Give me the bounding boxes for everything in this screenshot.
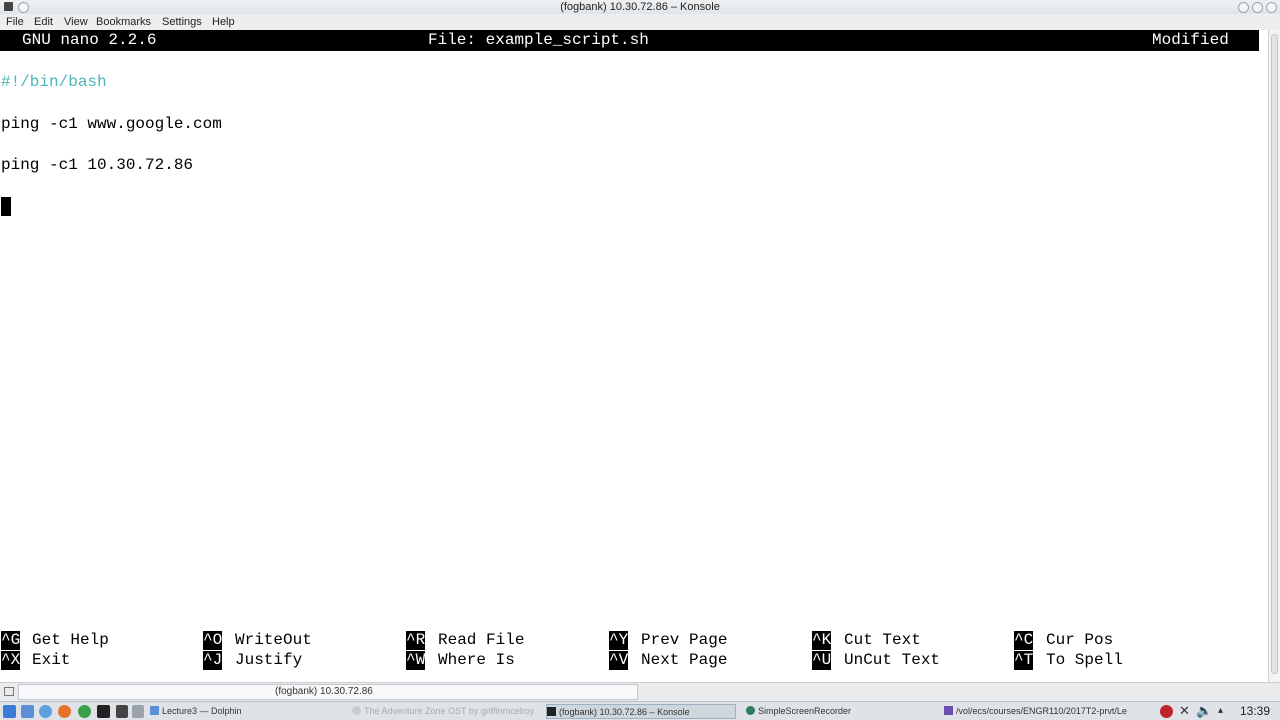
nano-header: GNU nano 2.2.6 File: example_script.sh M… — [0, 30, 1259, 51]
network-icon[interactable]: ✕ — [1179, 703, 1190, 719]
shortcut-key-exit: ^X — [1, 651, 21, 670]
editor-line-shebang: #!/bin/bash — [1, 73, 107, 91]
task-browser-label: The Adventure Zone OST by griffinmcelroy — [364, 706, 535, 716]
shortcut-label-cut-text: Cut Text — [844, 631, 921, 649]
shortcut-label-uncut-text: UnCut Text — [844, 651, 941, 669]
taskbar: Lecture3 — Dolphin The Adventure Zone OS… — [0, 701, 1280, 720]
shortcut-label-to-spell: To Spell — [1046, 651, 1123, 669]
minimize-button[interactable] — [1238, 2, 1249, 13]
shortcut-label-exit: Exit — [32, 651, 71, 669]
menu-bookmarks[interactable]: Bookmarks — [96, 14, 151, 30]
maximize-button[interactable] — [1252, 2, 1263, 13]
text-cursor — [1, 197, 11, 216]
editor-line-ping-ip: ping -c1 10.30.72.86 — [1, 156, 194, 174]
desktop-pager-icon-2[interactable] — [132, 705, 144, 718]
konsole-tab-label: (fogbank) 10.30.72.86 — [275, 686, 373, 697]
shortcut-label-get-help: Get Help — [32, 631, 109, 649]
shortcut-label-next-page: Next Page — [641, 651, 728, 669]
shortcut-key-prev-page: ^Y — [609, 631, 629, 650]
shortcut-key-writeout: ^O — [203, 631, 223, 650]
shortcut-key-next-page: ^V — [609, 651, 629, 670]
shortcut-key-get-help: ^G — [1, 631, 21, 650]
shortcut-key-justify: ^J — [203, 651, 223, 670]
window-title: (fogbank) 10.30.72.86 – Konsole — [560, 1, 720, 13]
menu-edit[interactable]: Edit — [34, 14, 53, 30]
shortcut-key-cur-pos: ^C — [1014, 631, 1034, 650]
desktop-pager-icon[interactable] — [116, 705, 128, 718]
kde-launcher-icon[interactable] — [3, 705, 16, 718]
shortcut-key-cut-text: ^K — [812, 631, 832, 650]
search-icon[interactable] — [39, 705, 52, 718]
new-tab-icon[interactable] — [4, 687, 14, 696]
nano-filename: File: example_script.sh — [428, 31, 649, 49]
shortcut-label-cur-pos: Cur Pos — [1046, 631, 1114, 649]
task-screenrecorder[interactable]: SimpleScreenRecorder — [746, 704, 936, 719]
file-manager-icon[interactable] — [21, 705, 34, 718]
firefox-icon[interactable] — [58, 705, 71, 718]
task-browser[interactable]: The Adventure Zone OST by griffinmcelroy — [352, 704, 542, 719]
menu-settings[interactable]: Settings — [162, 14, 202, 30]
nano-modified-status: Modified — [1152, 31, 1229, 49]
konsole-tabbar: (fogbank) 10.30.72.86 — [0, 682, 1280, 701]
konsole-tab[interactable]: (fogbank) 10.30.72.86 — [18, 684, 638, 700]
shortcut-label-justify: Justify — [235, 651, 303, 669]
menu-view[interactable]: View — [64, 14, 88, 30]
shortcut-label-read-file: Read File — [438, 631, 525, 649]
task-dolphin-label: Lecture3 — Dolphin — [162, 706, 242, 716]
shortcut-label-writeout: WriteOut — [235, 631, 312, 649]
tray-expand-icon[interactable]: ▴ — [1218, 703, 1223, 719]
shortcut-label-prev-page: Prev Page — [641, 631, 728, 649]
chrome-icon[interactable] — [78, 705, 91, 718]
shortcut-key-to-spell: ^T — [1014, 651, 1034, 670]
shortcut-key-uncut-text: ^U — [812, 651, 832, 670]
close-button[interactable] — [1266, 2, 1277, 13]
record-icon[interactable] — [1160, 705, 1173, 718]
editor-line-ping-google: ping -c1 www.google.com — [1, 115, 222, 133]
task-screenrecorder-label: SimpleScreenRecorder — [758, 706, 852, 716]
terminal-area[interactable]: GNU nano 2.2.6 File: example_script.sh M… — [0, 30, 1268, 682]
menu-file[interactable]: File — [6, 14, 24, 30]
shortcut-key-where-is: ^W — [406, 651, 426, 670]
window-titlebar[interactable]: (fogbank) 10.30.72.86 – Konsole — [0, 0, 1280, 14]
task-dolphin[interactable]: Lecture3 — Dolphin — [150, 704, 345, 719]
task-konsole[interactable]: (fogbank) 10.30.72.86 – Konsole — [546, 704, 736, 719]
volume-icon[interactable]: 🔈 — [1196, 703, 1212, 719]
taskbar-clock[interactable]: 13:39 — [1240, 704, 1270, 719]
terminal-icon[interactable] — [97, 705, 110, 718]
terminal-scrollbar[interactable] — [1268, 30, 1280, 682]
shortcut-label-where-is: Where Is — [438, 651, 515, 669]
menu-help[interactable]: Help — [212, 14, 235, 30]
shortcut-key-read-file: ^R — [406, 631, 426, 650]
task-file-path[interactable]: /vol/ecs/courses/ENGR110/2017T2-prvt/Le — [944, 704, 1132, 719]
nano-version: GNU nano 2.2.6 — [22, 31, 157, 49]
task-file-path-label: /vol/ecs/courses/ENGR110/2017T2-prvt/Le — [956, 706, 1127, 716]
scrollbar-thumb[interactable] — [1271, 34, 1278, 674]
task-konsole-label: (fogbank) 10.30.72.86 – Konsole — [559, 707, 690, 717]
